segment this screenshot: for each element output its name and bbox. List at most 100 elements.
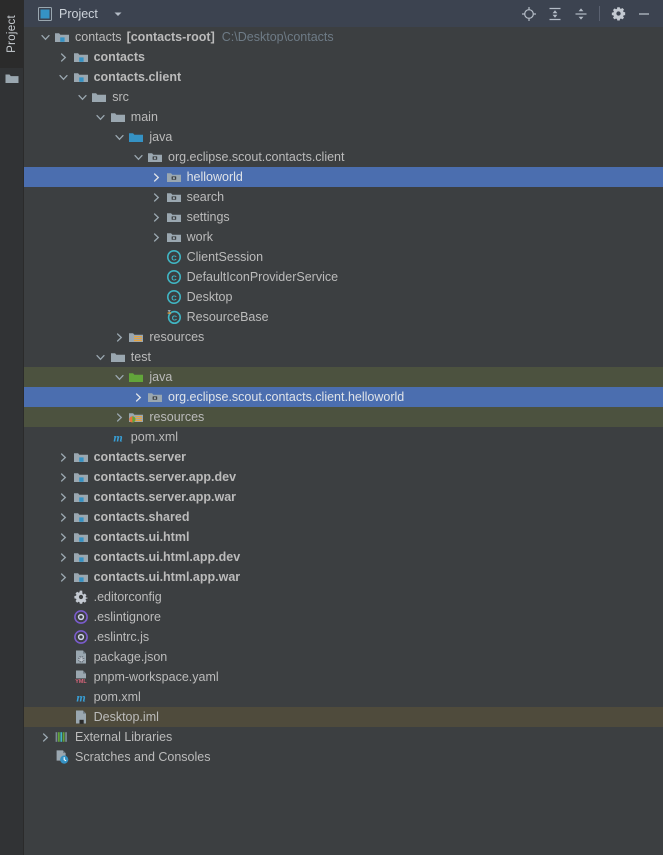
chevron-down-icon[interactable] [92, 107, 110, 127]
tree-row[interactable]: settings [24, 207, 663, 227]
tree-row-label: Desktop [186, 290, 233, 304]
tree-row[interactable]: org.eclipse.scout.contacts.client [24, 147, 663, 167]
gear-icon[interactable] [605, 1, 631, 27]
tree-row-label: contacts [75, 30, 122, 44]
select-opened-file-button[interactable] [516, 1, 542, 27]
chevron-right-icon[interactable] [148, 207, 166, 227]
tree-row[interactable]: resources [24, 327, 663, 347]
tree-row[interactable]: YML pnpm-workspace.yaml [24, 667, 663, 687]
chevron-right-icon[interactable] [55, 467, 73, 487]
tree-row[interactable]: .editorconfig [24, 587, 663, 607]
chevron-right-icon[interactable] [55, 507, 73, 527]
chevron-down-icon[interactable] [73, 87, 91, 107]
tree-row[interactable]: src [24, 87, 663, 107]
tree-row[interactable]: java [24, 367, 663, 387]
chevron-right-icon[interactable] [55, 527, 73, 547]
module-icon [73, 469, 89, 485]
svg-text:m: m [76, 690, 85, 704]
chevron-down-icon[interactable] [92, 347, 110, 367]
chevron-down-icon[interactable] [110, 127, 128, 147]
chevron-down-icon[interactable] [129, 147, 147, 167]
tree-row[interactable]: contacts.ui.html.app.dev [24, 547, 663, 567]
stripe-button-project[interactable]: Project [0, 0, 24, 68]
tree-row[interactable]: org.eclipse.scout.contacts.client.hellow… [24, 387, 663, 407]
tree-row[interactable]: contacts [24, 47, 663, 67]
chevron-right-icon[interactable] [129, 387, 147, 407]
tree-row[interactable]: C ResourceBase [24, 307, 663, 327]
tree-row[interactable]: contacts.shared [24, 507, 663, 527]
tree-row[interactable]: contacts.client [24, 67, 663, 87]
editorconfig-icon [73, 589, 89, 605]
minimize-icon[interactable] [631, 1, 657, 27]
folder-icon [110, 349, 126, 365]
chevron-right-icon[interactable] [148, 167, 166, 187]
chevron-right-icon[interactable] [55, 567, 73, 587]
tree-row[interactable]: main [24, 107, 663, 127]
tree-row[interactable]: contacts.server [24, 447, 663, 467]
tree-row[interactable]: java [24, 127, 663, 147]
tree-row[interactable]: contacts.server.app.war [24, 487, 663, 507]
tree-row[interactable]: .eslintignore [24, 607, 663, 627]
chevron-right-icon[interactable] [110, 327, 128, 347]
expand-all-button[interactable] [542, 1, 568, 27]
chevron-down-icon[interactable] [36, 27, 54, 47]
chevron-right-icon[interactable] [148, 187, 166, 207]
tree-row[interactable]: test [24, 347, 663, 367]
project-tree[interactable]: contacts [contacts-root] C:\Desktop\contac… [24, 27, 663, 855]
tree-row[interactable]: .eslintrc.js [24, 627, 663, 647]
chevron-down-icon[interactable] [113, 9, 123, 19]
chevron-right-icon[interactable] [55, 47, 73, 67]
tree-row-label: contacts.ui.html.app.war [93, 570, 241, 584]
tree-row[interactable]: C DefaultIconProviderService [24, 267, 663, 287]
tree-row[interactable]: resources [24, 407, 663, 427]
chevron-right-icon[interactable] [36, 727, 54, 747]
tree-row[interactable]: Desktop.iml [24, 707, 663, 727]
tree-row[interactable]: C Desktop [24, 287, 663, 307]
tree-row[interactable]: contacts [contacts-root] C:\Desktop\contac… [24, 27, 663, 47]
project-view-tab[interactable]: Project [38, 0, 123, 27]
stripe-button-project-label: Project [6, 15, 18, 53]
tree-row[interactable]: work [24, 227, 663, 247]
collapse-all-button[interactable] [568, 1, 594, 27]
chevron-right-icon[interactable] [110, 407, 128, 427]
tree-row[interactable]: Scratches and Consoles [24, 747, 663, 767]
tree-row-label: pnpm-workspace.yaml [93, 670, 219, 684]
chevron-right-icon[interactable] [55, 487, 73, 507]
resources-folder-icon [128, 329, 144, 345]
tool-window-stripe-left: Project [0, 0, 24, 855]
tree-row[interactable]: contacts.ui.html [24, 527, 663, 547]
tree-row-label: resources [149, 330, 205, 344]
chevron-down-icon[interactable] [110, 367, 128, 387]
tree-row[interactable]: contacts.ui.html.app.war [24, 567, 663, 587]
tree-row[interactable]: contacts.server.app.dev [24, 467, 663, 487]
tree-row-label: helloworld [186, 170, 243, 184]
tree-row[interactable]: package.json [24, 647, 663, 667]
tree-row-label: pom.xml [93, 690, 141, 704]
scratches-icon [54, 749, 70, 765]
chevron-right-icon[interactable] [55, 547, 73, 567]
project-tool-window-header: Project [24, 0, 663, 27]
tree-row[interactable]: m pom.xml [24, 427, 663, 447]
java-class-icon: C [166, 269, 182, 285]
tree-row[interactable]: search [24, 187, 663, 207]
tree-row[interactable]: External Libraries [24, 727, 663, 747]
chevron-right-icon[interactable] [55, 447, 73, 467]
tree-row-label: contacts [93, 50, 145, 64]
tree-row[interactable]: helloworld [24, 167, 663, 187]
chevron-down-icon[interactable] [55, 67, 73, 87]
tree-row-label: contacts.server.app.war [93, 490, 237, 504]
chevron-right-icon[interactable] [148, 227, 166, 247]
tree-row[interactable]: C ClientSession [24, 247, 663, 267]
stripe-folder-icon[interactable] [5, 72, 19, 84]
tree-row[interactable]: m pom.xml [24, 687, 663, 707]
